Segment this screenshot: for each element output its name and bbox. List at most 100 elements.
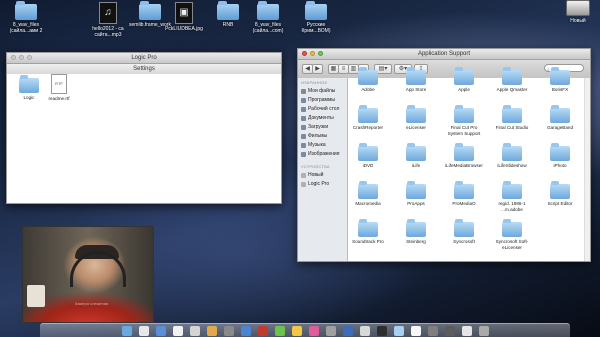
folder-item[interactable]: ProApps [396, 181, 436, 207]
minimize-icon[interactable] [310, 51, 315, 56]
zoom-icon[interactable] [318, 51, 323, 56]
logic-pro-titlebar[interactable]: Logic Pro [7, 53, 281, 64]
folder-label: App Store [405, 87, 427, 92]
sidebar-item-music[interactable]: Музыка [298, 141, 347, 150]
application-support-window[interactable]: Application Support ◀ ▶ ▦ ≡ ▥ ▭ ▤▾ ⚙▾ ⇪ … [297, 48, 591, 262]
sidebar-item-label: Программы [308, 97, 336, 103]
desktop-folder-icon-4[interactable]: 8_wav_files (сайла...com) [244, 1, 292, 34]
dock-app-icon[interactable] [291, 326, 302, 336]
folder-icon [502, 143, 522, 161]
zoom-icon[interactable] [27, 55, 32, 60]
dock-app-icon[interactable] [410, 326, 421, 336]
vertical-scrollbar[interactable] [584, 78, 590, 261]
folder-item[interactable]: Syncrosoft [444, 219, 484, 245]
dock-app-icon[interactable] [342, 326, 353, 336]
folder-item[interactable]: Final Cut Studio [492, 105, 532, 131]
folder-icon [358, 219, 378, 237]
sidebar-item-label: Музыка [308, 142, 326, 148]
folder-icon [139, 1, 161, 20]
dock-app-icon[interactable] [121, 326, 132, 336]
finder-sidebar: ИЗБРАННОЕ Мои файлы Программы Рабочий ст… [298, 78, 348, 261]
desktop-image-file-icon[interactable]: ▣ PckLIUDBEA.jpg [160, 2, 208, 32]
dock-app-icon[interactable] [155, 326, 166, 336]
folder-item[interactable]: iDVD [348, 143, 388, 169]
dock-app-icon[interactable] [274, 326, 285, 336]
finder-content: Adobe App Store Apple Apple Qmaster BorisFX C… [348, 67, 590, 261]
desktop-drive-icon[interactable]: Новый [554, 0, 600, 24]
folder-label: GarageBand [546, 125, 574, 130]
folder-item[interactable]: Script Editor [540, 181, 580, 207]
sidebar-item-device-logic-pro[interactable]: Logic Pro [298, 180, 347, 189]
folder-item[interactable]: ProMediaO [444, 181, 484, 207]
dock-app-icon[interactable] [223, 326, 234, 336]
sidebar-item-movies[interactable]: Фильмы [298, 132, 347, 141]
dock-app-icon[interactable] [461, 326, 472, 336]
dock-app-icon[interactable] [240, 326, 251, 336]
audio-file-icon: ♫ [99, 2, 117, 24]
dock-app-icon[interactable] [138, 326, 149, 336]
folder-item[interactable]: regid. 1986-1 ...m.adobe [492, 181, 532, 212]
folder-icon [454, 67, 474, 85]
forward-button[interactable]: ▶ [312, 64, 323, 74]
window-title: Application Support [417, 51, 471, 57]
dock-app-icon[interactable] [444, 326, 455, 336]
folder-item[interactable]: Steinberg [396, 219, 436, 245]
folder-item[interactable]: Adobe [348, 67, 388, 93]
dock-app-icon[interactable] [359, 326, 370, 336]
folder-item[interactable]: iLife [396, 143, 436, 169]
music-icon [301, 143, 306, 148]
desktop-icon-label: Новый [570, 18, 586, 24]
folder-item[interactable]: BorisFX [540, 67, 580, 93]
dock-app-icon[interactable] [393, 326, 404, 336]
sidebar-item-downloads[interactable]: Загрузки [298, 123, 347, 132]
applications-icon [301, 98, 306, 103]
close-icon[interactable] [302, 51, 307, 56]
dock-app-icon[interactable] [257, 326, 268, 336]
folder-label: Macromedia [355, 201, 381, 206]
folder-item[interactable]: CrashReporter [348, 105, 388, 131]
desktop-folder-icon-5[interactable]: Русские Крим...ВОМ) [292, 1, 340, 34]
desktop-folder-icon-1[interactable]: 8_wav_files (сайла...ами 2 [2, 1, 50, 34]
dock-app-icon[interactable] [325, 326, 336, 336]
file-item-readme[interactable]: RTF readme.rtf [39, 74, 79, 102]
mug [27, 285, 45, 307]
dock-app-icon[interactable] [308, 326, 319, 336]
sidebar-item-my-files[interactable]: Мои файлы [298, 87, 347, 96]
sidebar-item-documents[interactable]: Документы [298, 114, 347, 123]
dock-app-icon[interactable] [189, 326, 200, 336]
folder-item[interactable]: Final Cut Pro System Support [444, 105, 484, 136]
folder-icon [454, 219, 474, 237]
dock-app-icon[interactable] [376, 326, 387, 336]
dock-app-icon[interactable] [427, 326, 438, 336]
desktop-audio-file-icon[interactable]: ♫ hello2012 - са сайта...mp3 [84, 2, 132, 38]
folder-item[interactable]: Soundtrack Pro [348, 219, 388, 245]
sidebar-item-pictures[interactable]: Изображения [298, 150, 347, 159]
folder-item[interactable]: iLifeMediaBrowser [444, 143, 484, 169]
folder-label: regid. 1986-1 ...m.adobe [498, 201, 526, 212]
sidebar-item-desktop[interactable]: Рабочий стол [298, 105, 347, 114]
folder-label: Logic [23, 95, 35, 100]
folder-item[interactable]: iPhoto [540, 143, 580, 169]
sidebar-item-applications[interactable]: Программы [298, 96, 347, 105]
folder-item[interactable]: GarageBand [540, 105, 580, 131]
folder-item[interactable]: Apple [444, 67, 484, 93]
folder-item[interactable]: Apple Qmaster [492, 67, 532, 93]
logic-pro-window[interactable]: Logic Pro Settings Logic RTF readme.rtf [6, 52, 282, 204]
sidebar-item-device-new[interactable]: Новый [298, 171, 347, 180]
folder-item[interactable]: iLifeSlideshow [492, 143, 532, 169]
folder-icon [358, 105, 378, 123]
close-icon[interactable] [11, 55, 16, 60]
folder-item[interactable]: Syncrosoft Soft-eLicenser [492, 219, 532, 250]
dock-app-icon[interactable] [172, 326, 183, 336]
folder-label: BorisFX [551, 87, 569, 92]
dock-app-icon[interactable] [206, 326, 217, 336]
sidebar-item-label: Фильмы [308, 133, 328, 139]
folder-item[interactable]: eLicenser [396, 105, 436, 131]
folder-item[interactable]: App Store [396, 67, 436, 93]
webcam-caption: Камера слежения [75, 301, 109, 306]
dock-app-icon[interactable] [478, 326, 489, 336]
minimize-icon[interactable] [19, 55, 24, 60]
sidebar-header-devices: УСТРОЙСТВА [301, 164, 330, 169]
finder-titlebar[interactable]: Application Support [298, 49, 590, 60]
folder-item[interactable]: Macromedia [348, 181, 388, 207]
